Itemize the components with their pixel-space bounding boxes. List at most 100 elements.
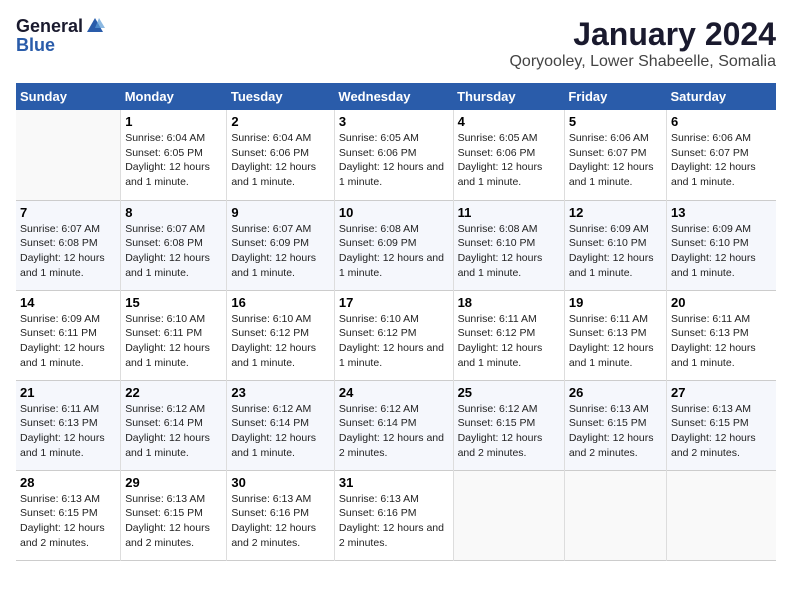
calendar-subtitle: Qoryooley, Lower Shabeelle, Somalia xyxy=(509,53,776,71)
day-number: 11 xyxy=(458,205,560,220)
calendar-title: January 2024 xyxy=(509,16,776,53)
day-number: 17 xyxy=(339,295,449,310)
day-number: 3 xyxy=(339,114,449,129)
day-info: Sunrise: 6:12 AMSunset: 6:15 PMDaylight:… xyxy=(458,402,560,461)
header-cell-friday: Friday xyxy=(564,83,666,110)
day-info: Sunrise: 6:04 AMSunset: 6:06 PMDaylight:… xyxy=(231,131,330,190)
day-info: Sunrise: 6:06 AMSunset: 6:07 PMDaylight:… xyxy=(569,131,662,190)
calendar-cell: 3Sunrise: 6:05 AMSunset: 6:06 PMDaylight… xyxy=(334,110,453,200)
calendar-header: SundayMondayTuesdayWednesdayThursdayFrid… xyxy=(16,83,776,110)
day-number: 22 xyxy=(125,385,222,400)
day-number: 12 xyxy=(569,205,662,220)
day-info: Sunrise: 6:07 AMSunset: 6:08 PMDaylight:… xyxy=(125,222,222,281)
week-row-5: 28 Sunrise: 6:13 AMSunset: 6:15 PMDayligh… xyxy=(16,470,776,560)
calendar-cell: 25 Sunrise: 6:12 AMSunset: 6:15 PMDayligh… xyxy=(453,380,564,470)
logo-blue-text: Blue xyxy=(16,36,55,54)
calendar-cell: 14Sunrise: 6:09 AMSunset: 6:11 PMDayligh… xyxy=(16,290,121,380)
page-header: General Blue January 2024 Qoryooley, Low… xyxy=(16,16,776,71)
day-number: 25 xyxy=(458,385,560,400)
day-info: Sunrise: 6:09 AMSunset: 6:10 PMDaylight:… xyxy=(671,222,772,281)
calendar-cell: 15 Sunrise: 6:10 AMSunset: 6:11 PMDayligh… xyxy=(121,290,227,380)
calendar-cell: 16Sunrise: 6:10 AMSunset: 6:12 PMDayligh… xyxy=(227,290,335,380)
week-row-4: 21Sunrise: 6:11 AMSunset: 6:13 PMDayligh… xyxy=(16,380,776,470)
day-info: Sunrise: 6:13 AMSunset: 6:15 PMDaylight:… xyxy=(20,492,116,551)
day-number: 5 xyxy=(569,114,662,129)
calendar-cell: 1Sunrise: 6:04 AMSunset: 6:05 PMDaylight… xyxy=(121,110,227,200)
day-number: 28 xyxy=(20,475,116,490)
calendar-cell xyxy=(16,110,121,200)
calendar-cell: 10Sunrise: 6:08 AMSunset: 6:09 PMDayligh… xyxy=(334,200,453,290)
day-info: Sunrise: 6:07 AMSunset: 6:09 PMDaylight:… xyxy=(231,222,330,281)
calendar-cell: 23 Sunrise: 6:12 AMSunset: 6:14 PMDayligh… xyxy=(227,380,335,470)
day-number: 8 xyxy=(125,205,222,220)
day-number: 14 xyxy=(20,295,116,310)
calendar-cell: 9 Sunrise: 6:07 AMSunset: 6:09 PMDaylight… xyxy=(227,200,335,290)
week-row-1: 1Sunrise: 6:04 AMSunset: 6:05 PMDaylight… xyxy=(16,110,776,200)
day-info: Sunrise: 6:10 AMSunset: 6:11 PMDaylight:… xyxy=(125,312,222,371)
header-cell-tuesday: Tuesday xyxy=(227,83,335,110)
calendar-cell xyxy=(666,470,776,560)
day-number: 9 xyxy=(231,205,330,220)
calendar-cell: 31Sunrise: 6:13 AMSunset: 6:16 PMDayligh… xyxy=(334,470,453,560)
day-number: 24 xyxy=(339,385,449,400)
day-number: 2 xyxy=(231,114,330,129)
calendar-cell: 12 Sunrise: 6:09 AMSunset: 6:10 PMDayligh… xyxy=(564,200,666,290)
day-info: Sunrise: 6:06 AMSunset: 6:07 PMDaylight:… xyxy=(671,131,772,190)
calendar-cell: 18 Sunrise: 6:11 AMSunset: 6:12 PMDayligh… xyxy=(453,290,564,380)
day-info: Sunrise: 6:11 AMSunset: 6:13 PMDaylight:… xyxy=(671,312,772,371)
day-info: Sunrise: 6:10 AMSunset: 6:12 PMDaylight:… xyxy=(339,312,449,371)
day-number: 19 xyxy=(569,295,662,310)
calendar-cell: 11 Sunrise: 6:08 AMSunset: 6:10 PMDayligh… xyxy=(453,200,564,290)
header-cell-sunday: Sunday xyxy=(16,83,121,110)
day-number: 31 xyxy=(339,475,449,490)
day-number: 27 xyxy=(671,385,772,400)
header-cell-wednesday: Wednesday xyxy=(334,83,453,110)
calendar-cell: 29Sunrise: 6:13 AMSunset: 6:15 PMDayligh… xyxy=(121,470,227,560)
header-cell-saturday: Saturday xyxy=(666,83,776,110)
calendar-cell: 26Sunrise: 6:13 AMSunset: 6:15 PMDayligh… xyxy=(564,380,666,470)
calendar-cell: 8 Sunrise: 6:07 AMSunset: 6:08 PMDaylight… xyxy=(121,200,227,290)
day-info: Sunrise: 6:05 AMSunset: 6:06 PMDaylight:… xyxy=(458,131,560,190)
day-info: Sunrise: 6:07 AMSunset: 6:08 PMDaylight:… xyxy=(20,222,116,281)
calendar-cell: 17 Sunrise: 6:10 AMSunset: 6:12 PMDayligh… xyxy=(334,290,453,380)
day-info: Sunrise: 6:10 AMSunset: 6:12 PMDaylight:… xyxy=(231,312,330,371)
day-number: 20 xyxy=(671,295,772,310)
calendar-cell xyxy=(453,470,564,560)
logo-icon xyxy=(85,16,105,36)
calendar-cell: 22Sunrise: 6:12 AMSunset: 6:14 PMDayligh… xyxy=(121,380,227,470)
day-number: 23 xyxy=(231,385,330,400)
day-info: Sunrise: 6:11 AMSunset: 6:12 PMDaylight:… xyxy=(458,312,560,371)
calendar-cell: 2 Sunrise: 6:04 AMSunset: 6:06 PMDaylight… xyxy=(227,110,335,200)
day-info: Sunrise: 6:08 AMSunset: 6:10 PMDaylight:… xyxy=(458,222,560,281)
day-info: Sunrise: 6:13 AMSunset: 6:15 PMDaylight:… xyxy=(671,402,772,461)
day-info: Sunrise: 6:12 AMSunset: 6:14 PMDaylight:… xyxy=(339,402,449,461)
day-info: Sunrise: 6:11 AMSunset: 6:13 PMDaylight:… xyxy=(569,312,662,371)
day-number: 29 xyxy=(125,475,222,490)
calendar-cell: 27 Sunrise: 6:13 AMSunset: 6:15 PMDayligh… xyxy=(666,380,776,470)
day-number: 15 xyxy=(125,295,222,310)
calendar-cell: 13 Sunrise: 6:09 AMSunset: 6:10 PMDayligh… xyxy=(666,200,776,290)
day-number: 13 xyxy=(671,205,772,220)
header-cell-thursday: Thursday xyxy=(453,83,564,110)
calendar-cell: 21Sunrise: 6:11 AMSunset: 6:13 PMDayligh… xyxy=(16,380,121,470)
day-info: Sunrise: 6:04 AMSunset: 6:05 PMDaylight:… xyxy=(125,131,222,190)
calendar-cell: 19 Sunrise: 6:11 AMSunset: 6:13 PMDayligh… xyxy=(564,290,666,380)
title-block: January 2024 Qoryooley, Lower Shabeelle,… xyxy=(509,16,776,71)
day-number: 18 xyxy=(458,295,560,310)
day-number: 4 xyxy=(458,114,560,129)
calendar-body: 1Sunrise: 6:04 AMSunset: 6:05 PMDaylight… xyxy=(16,110,776,560)
day-info: Sunrise: 6:12 AMSunset: 6:14 PMDaylight:… xyxy=(231,402,330,461)
day-number: 21 xyxy=(20,385,116,400)
calendar-cell xyxy=(564,470,666,560)
day-info: Sunrise: 6:13 AMSunset: 6:15 PMDaylight:… xyxy=(569,402,662,461)
calendar-cell: 28 Sunrise: 6:13 AMSunset: 6:15 PMDayligh… xyxy=(16,470,121,560)
day-info: Sunrise: 6:09 AMSunset: 6:10 PMDaylight:… xyxy=(569,222,662,281)
calendar-cell: 4 Sunrise: 6:05 AMSunset: 6:06 PMDaylight… xyxy=(453,110,564,200)
day-info: Sunrise: 6:13 AMSunset: 6:16 PMDaylight:… xyxy=(231,492,330,551)
week-row-3: 14Sunrise: 6:09 AMSunset: 6:11 PMDayligh… xyxy=(16,290,776,380)
calendar-cell: 5 Sunrise: 6:06 AMSunset: 6:07 PMDaylight… xyxy=(564,110,666,200)
day-info: Sunrise: 6:08 AMSunset: 6:09 PMDaylight:… xyxy=(339,222,449,281)
calendar-table: SundayMondayTuesdayWednesdayThursdayFrid… xyxy=(16,83,776,561)
logo: General Blue xyxy=(16,16,105,54)
day-number: 6 xyxy=(671,114,772,129)
